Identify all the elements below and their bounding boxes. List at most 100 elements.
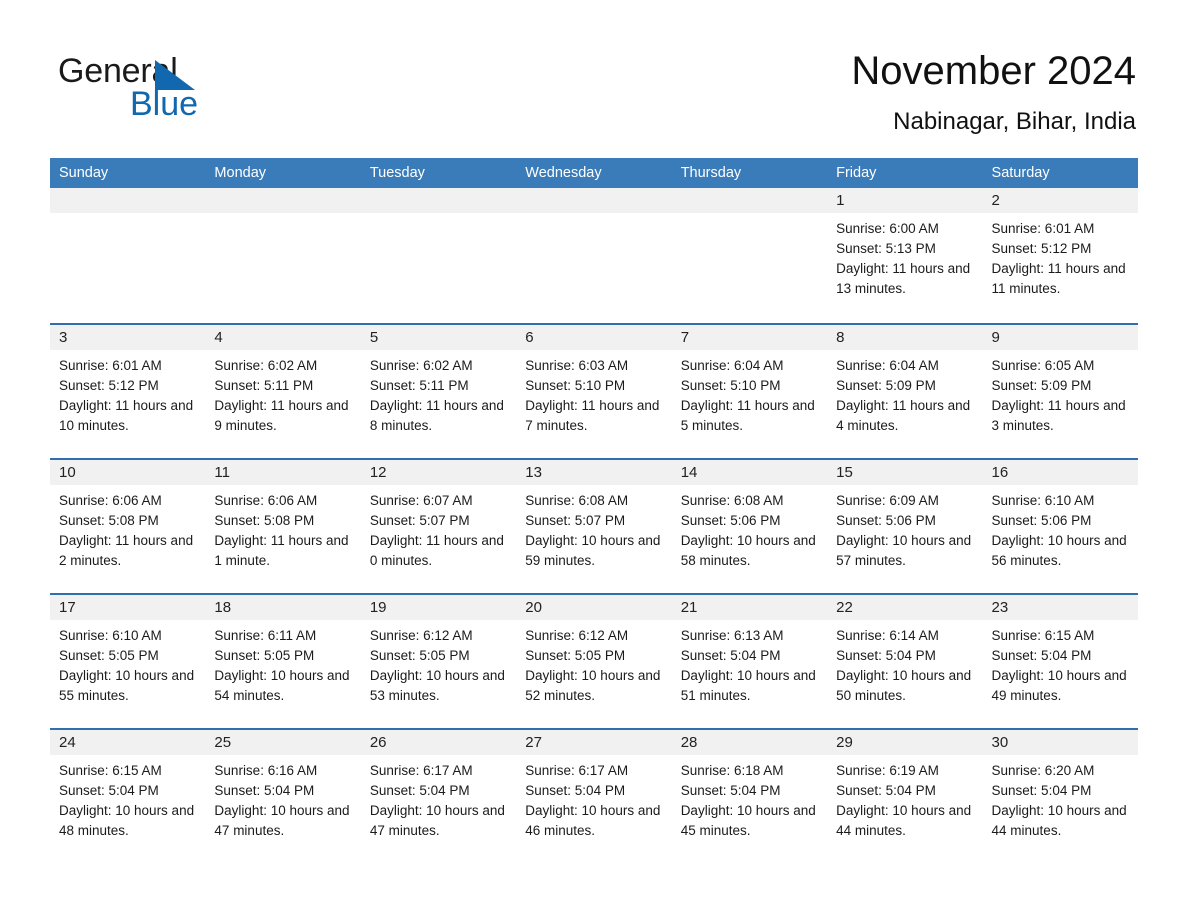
sunset-text: Sunset: 5:07 PM (369, 513, 470, 528)
sunrise-text: Sunrise: 6:20 AM (991, 763, 1095, 778)
day-cell[interactable]: 9 Sunrise: 6:05 AM Sunset: 5:09 PM Daylight… (982, 325, 1138, 458)
day-number: 11 (214, 464, 230, 481)
weekday-header-wednesday: Wednesday (525, 165, 602, 181)
day-number-band: 21 (671, 595, 828, 620)
day-cell[interactable]: 23 Sunrise: 6:15 AM Sunset: 5:04 PM Dayligh… (982, 595, 1138, 728)
day-number-band: 26 (360, 730, 517, 755)
day-cell[interactable]: 20 Sunrise: 6:12 AM Sunset: 5:05 PM Dayligh… (516, 595, 672, 728)
day-cell[interactable]: 28 Sunrise: 6:18 AM Sunset: 5:04 PM Dayligh… (671, 730, 828, 863)
day-details: Sunrise: 6:17 AM Sunset: 5:04 PM Daylight:… (361, 755, 516, 841)
day-cell[interactable]: 27 Sunrise: 6:17 AM Sunset: 5:04 PM Dayligh… (516, 730, 672, 863)
sunset-text: Sunset: 5:04 PM (525, 783, 626, 798)
sunrise-text: Sunrise: 6:16 AM (214, 763, 318, 778)
day-cell[interactable]: 14 Sunrise: 6:08 AM Sunset: 5:06 PM Dayligh… (671, 460, 828, 593)
day-details: Sunrise: 6:11 AM Sunset: 5:05 PM Daylight:… (205, 620, 360, 706)
day-cell[interactable]: 1 Sunrise: 6:00 AM Sunset: 5:13 PM Daylight… (827, 188, 983, 321)
day-cell[interactable]: 25 Sunrise: 6:16 AM Sunset: 5:04 PM Dayligh… (205, 730, 361, 863)
weekday-header-row: Sunday Monday Tuesday Wednesday Thursday… (50, 158, 1138, 188)
day-details: Sunrise: 6:06 AM Sunset: 5:08 PM Daylight:… (205, 485, 360, 571)
sunrise-text: Sunrise: 6:02 AM (369, 358, 473, 373)
day-cell[interactable]: 3 Sunrise: 6:01 AM Sunset: 5:12 PM Daylight… (50, 325, 206, 458)
day-details: Sunrise: 6:14 AM Sunset: 5:04 PM Daylight:… (827, 620, 982, 706)
day-cell[interactable]: 12 Sunrise: 6:07 AM Sunset: 5:07 PM Dayligh… (360, 460, 517, 593)
daylight-text: Daylight: 11 hours and 13 minutes. (836, 261, 971, 296)
day-cell[interactable]: 30 Sunrise: 6:20 AM Sunset: 5:04 PM Dayligh… (982, 730, 1138, 863)
daylight-text: Daylight: 10 hours and 55 minutes. (59, 668, 195, 703)
day-details: Sunrise: 6:06 AM Sunset: 5:08 PM Daylight:… (50, 485, 205, 571)
sunset-text: Sunset: 5:04 PM (836, 648, 936, 663)
day-cell[interactable]: 29 Sunrise: 6:19 AM Sunset: 5:04 PM Dayligh… (827, 730, 983, 863)
day-cell[interactable]: 15 Sunrise: 6:09 AM Sunset: 5:06 PM Dayligh… (827, 460, 983, 593)
day-cell[interactable]: 5 Sunrise: 6:02 AM Sunset: 5:11 PM Daylight… (360, 325, 517, 458)
brand-name-blue: Blue (130, 85, 199, 123)
day-cell[interactable]: 22 Sunrise: 6:14 AM Sunset: 5:04 PM Dayligh… (827, 595, 983, 728)
calendar-week-row: 17 Sunrise: 6:10 AM Sunset: 5:05 PM Dayligh… (50, 593, 1138, 728)
daylight-text: Daylight: 10 hours and 49 minutes. (991, 668, 1127, 703)
day-number-band: 10 (50, 460, 206, 485)
day-number: 17 (59, 599, 76, 616)
day-cell[interactable]: 7 Sunrise: 6:04 AM Sunset: 5:10 PM Daylight… (671, 325, 828, 458)
daylight-text: Daylight: 10 hours and 44 minutes. (836, 803, 972, 838)
day-number: 19 (369, 599, 387, 616)
sunrise-text: Sunrise: 6:11 AM (214, 628, 317, 643)
day-details: Sunrise: 6:08 AM Sunset: 5:06 PM Daylight:… (672, 485, 827, 571)
day-cell[interactable]: 21 Sunrise: 6:13 AM Sunset: 5:04 PM Dayligh… (671, 595, 828, 728)
day-number-band: 13 (516, 460, 672, 485)
day-cell[interactable]: 18 Sunrise: 6:11 AM Sunset: 5:05 PM Dayligh… (205, 595, 361, 728)
weekday-header-thursday: Thursday (680, 165, 742, 181)
sunrise-text: Sunrise: 6:06 AM (59, 493, 162, 508)
day-cell[interactable]: 10 Sunrise: 6:06 AM Sunset: 5:08 PM Dayligh… (50, 460, 206, 593)
day-details: Sunrise: 6:13 AM Sunset: 5:04 PM Daylight:… (672, 620, 827, 706)
sunrise-text: Sunrise: 6:12 AM (369, 628, 473, 643)
day-number-band: 18 (205, 595, 361, 620)
calendar-weeks: 1 Sunrise: 6:00 AM Sunset: 5:13 PM Daylight… (50, 188, 1138, 863)
day-number-band: 6 (516, 325, 672, 350)
brand-logo[interactable]: General Blue (58, 52, 318, 132)
calendar-week-row: 1 Sunrise: 6:00 AM Sunset: 5:13 PM Daylight… (50, 188, 1138, 323)
sunset-text: Sunset: 5:10 PM (525, 378, 626, 393)
sunrise-text: Sunrise: 6:14 AM (836, 628, 939, 643)
day-number-band: 16 (982, 460, 1138, 485)
sunrise-text: Sunrise: 6:18 AM (680, 763, 784, 778)
day-number: 15 (836, 464, 853, 481)
day-details: Sunrise: 6:20 AM Sunset: 5:04 PM Daylight:… (983, 755, 1138, 841)
day-cell[interactable]: 11 Sunrise: 6:06 AM Sunset: 5:08 PM Dayligh… (205, 460, 361, 593)
day-cell[interactable]: 2 Sunrise: 6:01 AM Sunset: 5:12 PM Daylight… (982, 188, 1138, 321)
day-details: Sunrise: 6:01 AM Sunset: 5:12 PM Daylight:… (983, 213, 1138, 299)
day-details: Sunrise: 6:10 AM Sunset: 5:06 PM Daylight:… (983, 485, 1138, 571)
sunset-text: Sunset: 5:07 PM (525, 513, 626, 528)
day-details: Sunrise: 6:12 AM Sunset: 5:05 PM Daylight:… (516, 620, 671, 706)
day-cell[interactable]: 26 Sunrise: 6:17 AM Sunset: 5:04 PM Dayligh… (360, 730, 517, 863)
day-cell-empty (516, 188, 672, 321)
day-number-band: 22 (827, 595, 983, 620)
day-cell[interactable]: 8 Sunrise: 6:04 AM Sunset: 5:09 PM Daylight… (827, 325, 983, 458)
day-number-band: 19 (360, 595, 517, 620)
day-number-band: 8 (827, 325, 983, 350)
day-number-band: 25 (205, 730, 361, 755)
sunset-text: Sunset: 5:04 PM (369, 783, 470, 798)
day-number-band: 24 (50, 730, 206, 755)
day-number-band: 20 (516, 595, 672, 620)
sunset-text: Sunset: 5:04 PM (214, 783, 315, 798)
day-cell[interactable]: 24 Sunrise: 6:15 AM Sunset: 5:04 PM Dayligh… (50, 730, 206, 863)
day-number: 8 (836, 329, 845, 346)
day-cell[interactable]: 16 Sunrise: 6:10 AM Sunset: 5:06 PM Dayligh… (982, 460, 1138, 593)
daylight-text: Daylight: 10 hours and 48 minutes. (59, 803, 195, 838)
sunset-text: Sunset: 5:06 PM (991, 513, 1092, 528)
sunset-text: Sunset: 5:04 PM (991, 783, 1092, 798)
day-cell[interactable]: 4 Sunrise: 6:02 AM Sunset: 5:11 PM Daylight… (205, 325, 361, 458)
daylight-text: Daylight: 10 hours and 54 minutes. (214, 668, 350, 703)
day-cell[interactable]: 6 Sunrise: 6:03 AM Sunset: 5:10 PM Daylight… (516, 325, 672, 458)
day-cell[interactable]: 19 Sunrise: 6:12 AM Sunset: 5:05 PM Dayligh… (360, 595, 517, 728)
day-number: 3 (59, 329, 68, 346)
weekday-header-friday: Friday (836, 165, 877, 181)
day-number-band: 27 (516, 730, 672, 755)
day-number-band: 14 (671, 460, 828, 485)
sunset-text: Sunset: 5:12 PM (991, 241, 1092, 256)
day-number-band (516, 188, 672, 213)
day-cell[interactable]: 13 Sunrise: 6:08 AM Sunset: 5:07 PM Dayligh… (516, 460, 672, 593)
day-number-band: 2 (982, 188, 1138, 213)
day-number: 30 (991, 734, 1009, 751)
daylight-text: Daylight: 10 hours and 52 minutes. (525, 668, 661, 703)
day-cell[interactable]: 17 Sunrise: 6:10 AM Sunset: 5:05 PM Dayligh… (50, 595, 206, 728)
